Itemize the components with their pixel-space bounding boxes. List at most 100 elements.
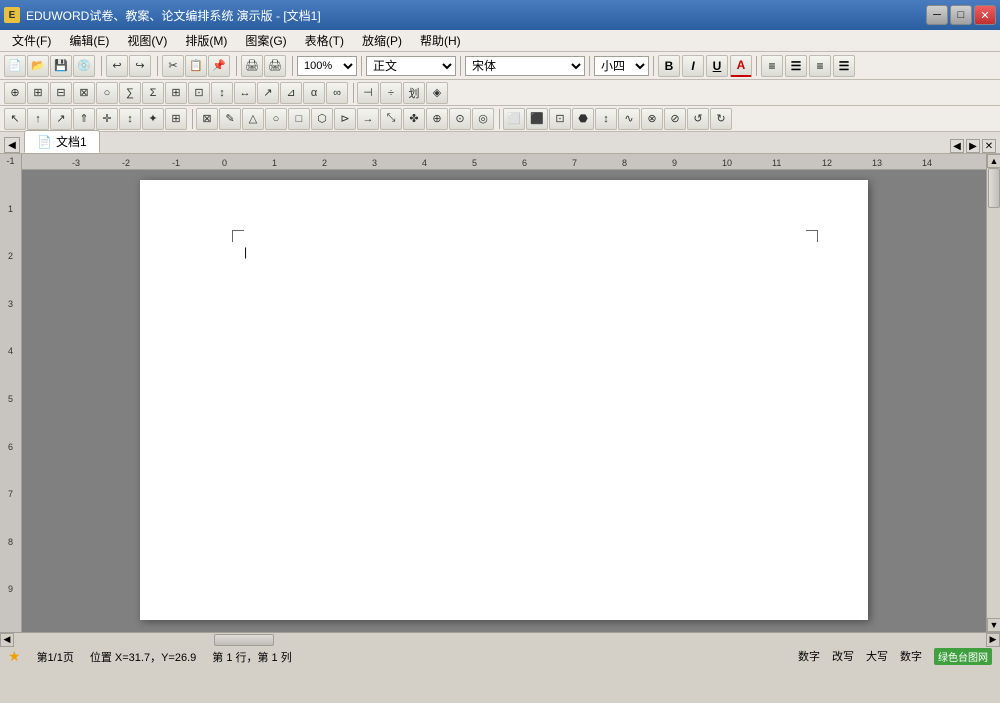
extra-btn-18[interactable]: ✤ (403, 108, 425, 130)
extra-btn-15[interactable]: ⊳ (334, 108, 356, 130)
draw-btn-4[interactable]: ⊠ (73, 82, 95, 104)
extra-btn-30[interactable]: ↺ (687, 108, 709, 130)
draw-btn-15[interactable]: ∞ (326, 82, 348, 104)
draw-btn-3[interactable]: ⊟ (50, 82, 72, 104)
draw-btn-6[interactable]: ∑ (119, 82, 141, 104)
hscroll-thumb[interactable] (214, 634, 274, 646)
print-preview-button[interactable]: 🖨 (241, 55, 263, 77)
draw-btn-7[interactable]: Σ (142, 82, 164, 104)
extra-btn-28[interactable]: ⊗ (641, 108, 663, 130)
print-button[interactable]: 🖨 (264, 55, 286, 77)
size-select[interactable]: 小四 (594, 56, 649, 76)
hscroll-left-button[interactable]: ◀ (0, 633, 14, 647)
extra-btn-5[interactable]: ✛ (96, 108, 118, 130)
extra-btn-10[interactable]: ✎ (219, 108, 241, 130)
status-mode4[interactable]: 数字 (900, 648, 922, 665)
status-mode1[interactable]: 数字 (798, 648, 820, 665)
align-justify-button[interactable]: ☰ (833, 55, 855, 77)
font-select[interactable]: 宋体 (465, 56, 585, 76)
draw-btn-18[interactable]: 划 (403, 82, 425, 104)
style-select[interactable]: 正文 (366, 56, 456, 76)
scroll-thumb[interactable] (988, 168, 1000, 208)
extra-btn-7[interactable]: ✦ (142, 108, 164, 130)
draw-btn-8[interactable]: ⊞ (165, 82, 187, 104)
cut-button[interactable]: ✂ (162, 55, 184, 77)
redo-button[interactable]: ↪ (129, 55, 151, 77)
undo-button[interactable]: ↩ (106, 55, 128, 77)
extra-btn-16[interactable]: → (357, 108, 379, 130)
align-center-button[interactable]: ☰ (785, 55, 807, 77)
extra-btn-23[interactable]: ⬛ (526, 108, 548, 130)
menu-help[interactable]: 帮助(H) (412, 30, 469, 51)
scroll-down-button[interactable]: ▼ (987, 618, 1000, 632)
font-color-button[interactable]: A (730, 55, 752, 77)
extra-btn-1[interactable]: ↖ (4, 108, 26, 130)
tab-close[interactable]: ✕ (982, 139, 996, 153)
extra-btn-25[interactable]: ⬣ (572, 108, 594, 130)
extra-btn-8[interactable]: ⊞ (165, 108, 187, 130)
draw-btn-1[interactable]: ⊕ (4, 82, 26, 104)
minimize-button[interactable]: ─ (926, 5, 948, 25)
extra-btn-13[interactable]: □ (288, 108, 310, 130)
extra-btn-24[interactable]: ⊡ (549, 108, 571, 130)
draw-btn-19[interactable]: ◈ (426, 82, 448, 104)
draw-btn-10[interactable]: ↕ (211, 82, 233, 104)
tab-scroll-left[interactable]: ◀ (950, 139, 964, 153)
extra-btn-31[interactable]: ↻ (710, 108, 732, 130)
draw-btn-14[interactable]: α (303, 82, 325, 104)
save-button[interactable]: 💾 (50, 55, 72, 77)
draw-btn-12[interactable]: ↗ (257, 82, 279, 104)
extra-btn-11[interactable]: △ (242, 108, 264, 130)
tab-scroll-right[interactable]: ▶ (966, 139, 980, 153)
scroll-up-button[interactable]: ▲ (987, 154, 1000, 168)
menu-file[interactable]: 文件(F) (4, 30, 59, 51)
menu-graphics[interactable]: 图案(G) (237, 30, 294, 51)
new-button[interactable]: 📄 (4, 55, 26, 77)
bold-button[interactable]: B (658, 55, 680, 77)
extra-btn-21[interactable]: ◎ (472, 108, 494, 130)
extra-btn-26[interactable]: ↕ (595, 108, 617, 130)
extra-btn-4[interactable]: ⇑ (73, 108, 95, 130)
extra-btn-6[interactable]: ↕ (119, 108, 141, 130)
tab-left-button[interactable]: ◀ (4, 137, 20, 153)
extra-btn-12[interactable]: ○ (265, 108, 287, 130)
menu-zoom[interactable]: 放缩(P) (354, 30, 410, 51)
menu-view[interactable]: 视图(V) (119, 30, 175, 51)
draw-btn-13[interactable]: ⊿ (280, 82, 302, 104)
extra-btn-20[interactable]: ⊙ (449, 108, 471, 130)
draw-btn-17[interactable]: ÷ (380, 82, 402, 104)
zoom-select[interactable]: 100% (297, 56, 357, 76)
open-button[interactable]: 📂 (27, 55, 49, 77)
document-page[interactable]: | (140, 180, 868, 620)
draw-btn-9[interactable]: ⊡ (188, 82, 210, 104)
save-as-button[interactable]: 💿 (73, 55, 95, 77)
extra-btn-3[interactable]: ↗ (50, 108, 72, 130)
extra-btn-17[interactable]: ⤡ (380, 108, 402, 130)
extra-btn-19[interactable]: ⊕ (426, 108, 448, 130)
scroll-track[interactable] (987, 168, 1000, 618)
align-right-button[interactable]: ≡ (809, 55, 831, 77)
maximize-button[interactable]: □ (950, 5, 972, 25)
draw-btn-16[interactable]: ⊣ (357, 82, 379, 104)
paste-button[interactable]: 📌 (208, 55, 230, 77)
extra-btn-9[interactable]: ⊠ (196, 108, 218, 130)
extra-btn-27[interactable]: ∿ (618, 108, 640, 130)
menu-layout[interactable]: 排版(M) (177, 30, 235, 51)
draw-btn-11[interactable]: ↔ (234, 82, 256, 104)
italic-button[interactable]: I (682, 55, 704, 77)
copy-button[interactable]: 📋 (185, 55, 207, 77)
menu-edit[interactable]: 编辑(E) (61, 30, 117, 51)
close-button[interactable]: ✕ (974, 5, 996, 25)
extra-btn-22[interactable]: ⬜ (503, 108, 525, 130)
underline-button[interactable]: U (706, 55, 728, 77)
tab-doc1[interactable]: 📄 文档1 (24, 130, 100, 153)
extra-btn-2[interactable]: ↑ (27, 108, 49, 130)
status-mode2[interactable]: 改写 (832, 648, 854, 665)
hscroll-right-button[interactable]: ▶ (986, 633, 1000, 647)
draw-btn-2[interactable]: ⊞ (27, 82, 49, 104)
align-left-button[interactable]: ≡ (761, 55, 783, 77)
hscroll-track[interactable] (14, 633, 986, 647)
draw-btn-5[interactable]: ○ (96, 82, 118, 104)
extra-btn-29[interactable]: ⊘ (664, 108, 686, 130)
menu-table[interactable]: 表格(T) (297, 30, 352, 51)
